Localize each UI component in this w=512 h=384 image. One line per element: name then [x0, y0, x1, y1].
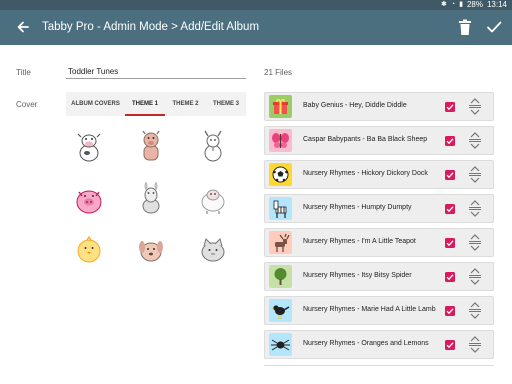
drag-handle-icon[interactable] [467, 200, 483, 217]
battery-icon: ▮ [459, 1, 463, 8]
list-item[interactable]: Nursery Rhymes - Itsy Bitsy Spider [264, 262, 494, 291]
butterfly-icon [269, 129, 292, 152]
file-checkbox[interactable] [445, 170, 455, 180]
save-check-icon[interactable] [486, 19, 502, 35]
cover-pig[interactable] [70, 180, 108, 218]
drag-handle-icon[interactable] [467, 98, 483, 115]
file-name: Nursery Rhymes - Hickory Dickory Dock [303, 170, 428, 178]
cover-dog[interactable] [132, 230, 170, 268]
list-item[interactable]: Nursery Rhymes - I'm A Little Teapot [264, 228, 494, 257]
file-name: Caspar Babypants - Ba Ba Black Sheep [303, 136, 428, 144]
battery-level: 28% [466, 0, 483, 9]
file-name: Baby Genius - Hey, Diddle Diddle [303, 102, 407, 110]
cover-donkey[interactable] [132, 180, 170, 218]
list-item[interactable]: Nursery Rhymes - Marie Had A Little Lamb [264, 296, 494, 325]
cover-label: Cover [16, 100, 38, 109]
cover-tabs: ALBUM COVERS THEME 1 THEME 2 THEME 3 [66, 92, 246, 116]
drag-handle-icon[interactable] [467, 302, 483, 319]
back-arrow-icon[interactable] [14, 18, 32, 36]
file-name: Nursery Rhymes - Oranges and Lemons [303, 340, 429, 348]
file-checkbox[interactable] [445, 102, 455, 112]
cover-goat[interactable] [194, 128, 232, 166]
bird-icon [269, 299, 292, 322]
list-item[interactable]: Caspar Babypants - Ba Ba Black Sheep [264, 126, 494, 155]
list-divider [264, 365, 494, 366]
drag-handle-icon[interactable] [467, 132, 483, 149]
title-input[interactable] [66, 64, 246, 79]
file-name: Nursery Rhymes - Itsy Bitsy Spider [303, 272, 412, 280]
drag-handle-icon[interactable] [467, 166, 483, 183]
drag-handle-icon[interactable] [467, 336, 483, 353]
zebra-icon [269, 197, 292, 220]
tab-theme-1[interactable]: THEME 1 [125, 92, 165, 116]
app-bar: Tabby Pro - Admin Mode > Add/Edit Album [0, 10, 512, 45]
title-label: Title [16, 68, 31, 77]
moose-icon [269, 231, 292, 254]
file-checkbox[interactable] [445, 204, 455, 214]
list-item[interactable]: Nursery Rhymes - Hickory Dickory Dock [264, 160, 494, 189]
file-checkbox[interactable] [445, 306, 455, 316]
wifi-icon: ◔ [450, 1, 456, 8]
file-checkbox[interactable] [445, 136, 455, 146]
spider-icon [269, 333, 292, 356]
bluetooth-icon: ✱ [440, 1, 447, 8]
cover-sheep[interactable] [194, 180, 232, 218]
tree-icon [269, 265, 292, 288]
file-name: Nursery Rhymes - I'm A Little Teapot [303, 238, 416, 246]
tab-album-covers[interactable]: ALBUM COVERS [66, 92, 125, 116]
list-item[interactable]: Nursery Rhymes - Oranges and Lemons [264, 330, 494, 359]
list-item[interactable]: Nursery Rhymes - Humpty Dumpty [264, 194, 494, 223]
list-item[interactable]: Baby Genius - Hey, Diddle Diddle [264, 92, 494, 121]
file-name: Nursery Rhymes - Marie Had A Little Lamb [303, 306, 436, 314]
file-name: Nursery Rhymes - Humpty Dumpty [303, 204, 412, 212]
status-bar: ✱ ◔ ▮ 28% 13:14 [0, 0, 512, 10]
tab-theme-3[interactable]: THEME 3 [206, 92, 246, 116]
drag-handle-icon[interactable] [467, 268, 483, 285]
cover-pig-standing[interactable] [132, 128, 170, 166]
file-checkbox[interactable] [445, 340, 455, 350]
tab-theme-2[interactable]: THEME 2 [165, 92, 206, 116]
gift-icon [269, 95, 292, 118]
drag-handle-icon[interactable] [467, 234, 483, 251]
cover-cat[interactable] [194, 230, 232, 268]
page-title: Tabby Pro - Admin Mode > Add/Edit Album [42, 21, 260, 33]
file-checkbox[interactable] [445, 238, 455, 248]
delete-icon[interactable] [458, 19, 472, 36]
cover-chick[interactable] [70, 230, 108, 268]
clock: 13:14 [486, 0, 507, 9]
cover-cow[interactable] [70, 128, 108, 166]
files-count: 21 Files [264, 68, 293, 77]
soccer-ball-icon [269, 163, 292, 186]
file-checkbox[interactable] [445, 272, 455, 282]
